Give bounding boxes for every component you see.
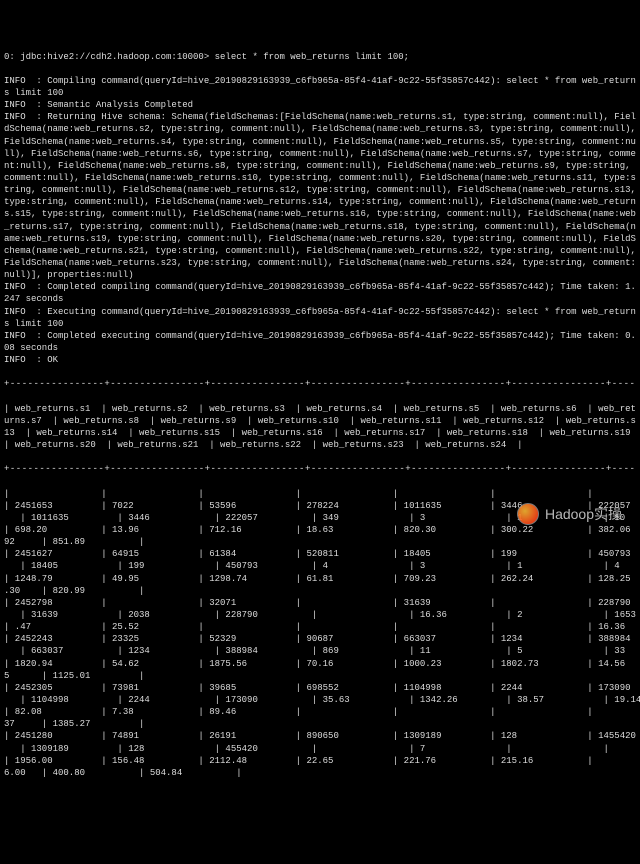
info-line: INFO : Returning Hive schema: Schema(fie… <box>4 111 636 281</box>
table-row: 92 | 851.89 | <box>4 536 636 548</box>
table-row: | | | | | | | | <box>4 488 636 500</box>
table-row: | 82.08 | 7.38 | 89.46 | | | | | <box>4 706 636 718</box>
table-row: | 1248.79 | 49.95 | 1298.74 | 61.81 | 70… <box>4 573 636 585</box>
beeline-prompt[interactable]: 0: jdbc:hive2://cdh2.hadoop.com:10000> s… <box>4 51 636 63</box>
info-line: INFO : Completed compiling command(query… <box>4 281 636 305</box>
table-row: | .47 | 25.52 | | | | | 16.36 | <box>4 621 636 633</box>
table-row: | 2451280 | 74891 | 26191 | 890650 | 130… <box>4 730 636 742</box>
watermark-text: Hadoop实操 <box>545 505 622 524</box>
table-separator-mid: +----------------+----------------+-----… <box>4 463 636 475</box>
table-row: | 1820.94 | 54.62 | 1875.56 | 70.16 | 10… <box>4 658 636 670</box>
info-line: INFO : Semantic Analysis Completed <box>4 99 636 111</box>
table-row: | 2452243 | 23325 | 52329 | 90687 | 6630… <box>4 633 636 645</box>
table-row: | 1309189 | 128 | 455420 | | 7 | | <box>4 743 636 755</box>
table-row: | 2452305 | 73981 | 39685 | 698552 | 110… <box>4 682 636 694</box>
table-row: | 698.20 | 13.96 | 712.16 | 18.63 | 820.… <box>4 524 636 536</box>
table-row: | 2451627 | 64915 | 61384 | 520811 | 184… <box>4 548 636 560</box>
info-line: INFO : Completed executing command(query… <box>4 330 636 354</box>
table-row: 37 | 1385.27 | <box>4 718 636 730</box>
watermark: Hadoop实操 <box>517 503 622 525</box>
table-row: | 31639 | 2038 | 228790 | | 16.36 | 2 | … <box>4 609 636 621</box>
table-row: .30 | 820.99 | <box>4 585 636 597</box>
table-row: | 663037 | 1234 | 388984 | 869 | 11 | 5 … <box>4 645 636 657</box>
info-line: INFO : OK <box>4 354 636 366</box>
table-row: | 2452798 | | 32071 | | 31639 | | 228790… <box>4 597 636 609</box>
info-line: INFO : Compiling command(queryId=hive_20… <box>4 75 636 99</box>
watermark-avatar-icon <box>517 503 539 525</box>
table-row: | 1104998 | 2244 | 173090 | 35.63 | 1342… <box>4 694 636 706</box>
table-row: 6.00 | 400.80 | 504.84 | <box>4 767 636 779</box>
table-separator-top: +----------------+----------------+-----… <box>4 378 636 390</box>
table-row: 5 | 1125.01 | <box>4 670 636 682</box>
table-row: | 1956.00 | 156.48 | 2112.48 | 22.65 | 2… <box>4 755 636 767</box>
info-line: INFO : Executing command(queryId=hive_20… <box>4 306 636 330</box>
table-row: | 18405 | 199 | 450793 | 4 | 3 | 1 | 4 <box>4 560 636 572</box>
table-header: | web_returns.s1 | web_returns.s2 | web_… <box>4 403 636 452</box>
